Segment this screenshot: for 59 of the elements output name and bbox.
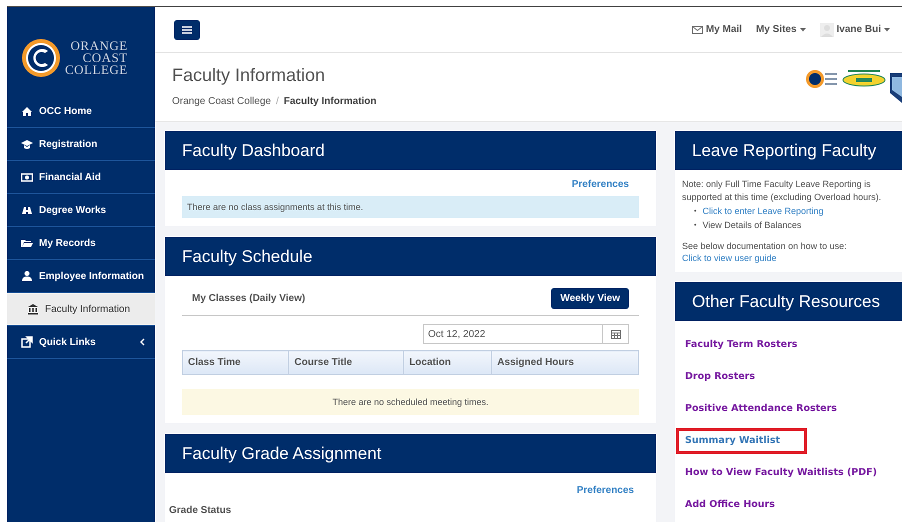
external-link-icon xyxy=(21,336,33,348)
resource-link[interactable]: How to View Faculty Waitlists (PDF) xyxy=(676,460,884,486)
menu-button[interactable] xyxy=(174,20,200,40)
breadcrumb-item: Faculty Information xyxy=(284,96,377,107)
column-header: Location xyxy=(404,350,492,374)
panel-title: Faculty Schedule xyxy=(165,237,656,276)
college-logo-icon xyxy=(806,69,838,89)
sidebar-item[interactable]: OCC Home xyxy=(7,95,155,128)
caret-icon xyxy=(800,28,806,32)
chevron-left-icon[interactable] xyxy=(140,338,145,346)
resource-link[interactable]: Drop Rosters xyxy=(676,364,762,390)
calendar-icon[interactable] xyxy=(610,329,620,339)
preferences-link[interactable]: Preferences xyxy=(576,485,634,496)
banknote-icon xyxy=(21,171,33,183)
college-name: ORANGE xyxy=(70,40,128,52)
weekly-view-button[interactable]: Weekly View xyxy=(551,288,629,309)
user-guide-link[interactable]: Click to view user guide xyxy=(682,252,777,264)
avatar-icon xyxy=(820,22,834,36)
breadcrumb-separator: / xyxy=(276,96,279,107)
bank-icon xyxy=(27,303,39,315)
resource-link[interactable]: Add Office Hours xyxy=(676,492,782,518)
panel-title: Faculty Dashboard xyxy=(165,131,656,170)
resource-link[interactable]: Faculty Term Rosters xyxy=(676,332,804,358)
college-logo-icon xyxy=(21,38,61,78)
binoculars-icon xyxy=(21,204,33,216)
folder-icon xyxy=(21,237,33,249)
resource-link[interactable]: Summary Waitlist xyxy=(676,428,808,454)
sites-dropdown[interactable]: My Sites xyxy=(756,24,806,35)
warning-alert: There are no scheduled meeting times. xyxy=(182,389,639,415)
panel-title: Other Faculty Resources xyxy=(675,282,902,321)
leave-link[interactable]: Click to enter Leave Reporting xyxy=(702,204,824,218)
section-label: Grade Status xyxy=(169,505,232,516)
college-name: COAST xyxy=(82,52,128,64)
page-title: Faculty Information xyxy=(172,65,326,86)
menu-icon xyxy=(182,26,192,34)
info-alert: There are no class assignments at this time. xyxy=(182,196,639,218)
envelope-icon xyxy=(692,26,703,34)
note-text: Note: only Full Time Faculty Leave Reporting is supported at this time (excluding Overload hours). xyxy=(682,178,882,204)
column-header: Class Time xyxy=(182,350,289,374)
mail-link[interactable]: My Mail xyxy=(692,24,742,35)
breadcrumb-item[interactable]: Orange Coast College xyxy=(172,96,271,107)
resource-link[interactable]: Positive Attendance Rosters xyxy=(676,396,844,422)
date-field[interactable]: Oct 12, 2022 xyxy=(423,324,603,344)
college-name: COLLEGE xyxy=(65,64,128,76)
section-subtitle: My Classes (Daily View) xyxy=(192,293,306,304)
column-header: Assigned Hours xyxy=(492,350,638,374)
user-menu[interactable]: Ivane Bui xyxy=(820,22,890,36)
sidebar-item[interactable]: Faculty Information xyxy=(7,293,155,326)
guide-text: See below documentation on how to use: xyxy=(682,240,848,252)
caret-icon xyxy=(884,28,890,32)
column-header: Course Title xyxy=(288,350,404,374)
graduation-cap-icon xyxy=(21,138,33,150)
user-icon xyxy=(21,270,33,282)
list-item: View Details of Balances xyxy=(702,219,802,232)
preferences-link[interactable]: Preferences xyxy=(572,179,629,190)
college-logo-icon xyxy=(842,69,886,89)
home-icon xyxy=(21,105,33,117)
panel-title: Faculty Grade Assignment xyxy=(165,434,656,473)
panel-title: Leave Reporting Faculty xyxy=(675,131,902,170)
